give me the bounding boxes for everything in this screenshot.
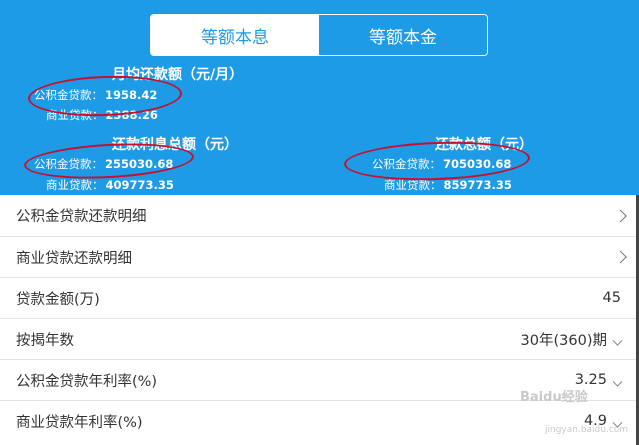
result-summary-panel: 等额本息 等额本金 月均还款额（元/月） 公积金贷款： 1958.42 商业贷款：… [0, 0, 639, 195]
chevron-down-icon[interactable] [612, 335, 623, 346]
total-commercial-label: 商业贷款： [384, 178, 442, 192]
loan-amount-row[interactable]: 贷款金额(万) 45 [0, 278, 639, 319]
tab-equal-installment[interactable]: 等额本息 [151, 15, 319, 55]
interest-commercial-label: 商业贷款： [46, 178, 104, 192]
interest-fund-value: 255030.68 [105, 157, 174, 171]
interest-total-title: 还款利息总额（元） [112, 137, 238, 153]
chevron-right-icon [614, 209, 627, 222]
total-fund-label: 公积金贷款： [372, 157, 441, 171]
fund-repayment-detail-label: 公积金贷款还款明细 [16, 209, 147, 225]
fund-rate-label: 公积金贷款年利率(%) [16, 373, 158, 390]
monthly-fund-line: 公积金贷款： 1958.42 [34, 87, 157, 103]
commercial-repayment-detail-label: 商业贷款还款明细 [16, 250, 132, 267]
baidu-watermark-url: jingyan.baidu.com [545, 425, 629, 435]
monthly-fund-value: 1958.42 [105, 88, 158, 102]
baidu-watermark-logo: Baidu经验 [520, 390, 588, 405]
commercial-repayment-detail-row[interactable]: 商业贷款还款明细 [0, 237, 639, 278]
monthly-payment-title: 月均还款额（元/月） [112, 67, 244, 83]
total-fund-line: 公积金贷款： 705030.68 [372, 156, 511, 172]
commercial-rate-label: 商业贷款年利率(%) [16, 414, 143, 431]
mortgage-years-label: 按揭年数 [16, 332, 74, 349]
interest-commercial-line: 商业贷款： 409773.35 [46, 177, 174, 193]
monthly-fund-label: 公积金贷款： [34, 88, 103, 102]
total-commercial-line: 商业贷款： 859773.35 [384, 177, 512, 193]
monthly-commercial-label: 商业贷款： [46, 108, 104, 122]
total-fund-value: 705030.68 [443, 157, 512, 171]
chevron-down-icon[interactable] [612, 376, 623, 387]
mortgage-years-row[interactable]: 按揭年数 30年(360)期 [0, 319, 639, 360]
chevron-right-icon [614, 250, 627, 264]
mortgage-years-value[interactable]: 30年(360)期 [521, 329, 607, 350]
monthly-commercial-value: 2388.26 [105, 108, 158, 122]
loan-amount-label: 贷款金额(万) [16, 291, 100, 308]
loan-amount-value[interactable]: 45 [603, 290, 621, 306]
total-commercial-value: 859773.35 [443, 178, 512, 192]
fund-repayment-detail-row[interactable]: 公积金贷款还款明细 [0, 195, 639, 237]
interest-fund-label: 公积金贷款： [34, 157, 103, 171]
repayment-total-title: 还款总额（元） [435, 137, 533, 153]
monthly-commercial-line: 商业贷款： 2388.26 [46, 107, 158, 123]
tab-equal-principal[interactable]: 等额本金 [319, 15, 487, 55]
interest-commercial-value: 409773.35 [105, 178, 174, 192]
repayment-method-tabs: 等额本息 等额本金 [150, 14, 488, 56]
interest-fund-line: 公积金贷款： 255030.68 [34, 156, 173, 172]
commercial-rate-row[interactable]: 商业贷款年利率(%) 4.9 [0, 401, 639, 441]
